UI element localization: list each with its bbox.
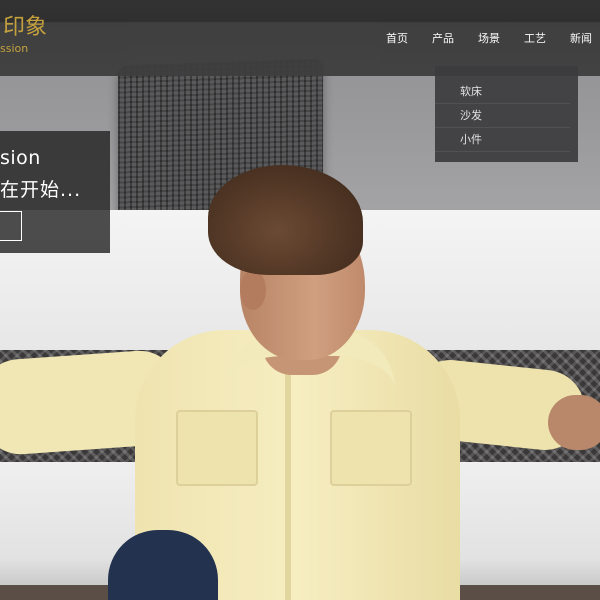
dropdown-item-soft-bed[interactable]: 软床 [435,80,570,104]
person-ear [240,270,266,310]
brand-logo[interactable]: 印象 ssion [0,16,47,56]
hero-caption-title: sion [0,147,41,169]
nav-item-news[interactable]: 新闻 [570,30,592,46]
site-header: 印象 ssion 首页 产品 场景 工艺 新闻 [0,0,600,76]
hero-caption: sion 在开始... [0,131,110,253]
nav-item-products[interactable]: 产品 [432,30,454,46]
shirt-pocket-left [176,410,258,486]
person-hair [208,165,363,275]
person-right-hand [548,395,600,450]
nav-item-craft[interactable]: 工艺 [524,30,546,46]
nav-item-scenes[interactable]: 场景 [478,30,500,46]
brand-name-en: ssion [0,42,29,55]
hero-caption-subtitle: 在开始... [0,179,82,201]
dropdown-item-sofa[interactable]: 沙发 [435,104,570,128]
products-dropdown-menu: 软床 沙发 小件 [435,66,578,162]
dropdown-item-accessories[interactable]: 小件 [435,128,570,152]
main-nav: 首页 产品 场景 工艺 新闻 [386,30,592,46]
hero-cta-button[interactable] [0,211,22,241]
brand-name-cn: 印象 [3,15,48,40]
shirt-pocket-right [330,410,412,486]
nav-item-home[interactable]: 首页 [386,30,408,46]
